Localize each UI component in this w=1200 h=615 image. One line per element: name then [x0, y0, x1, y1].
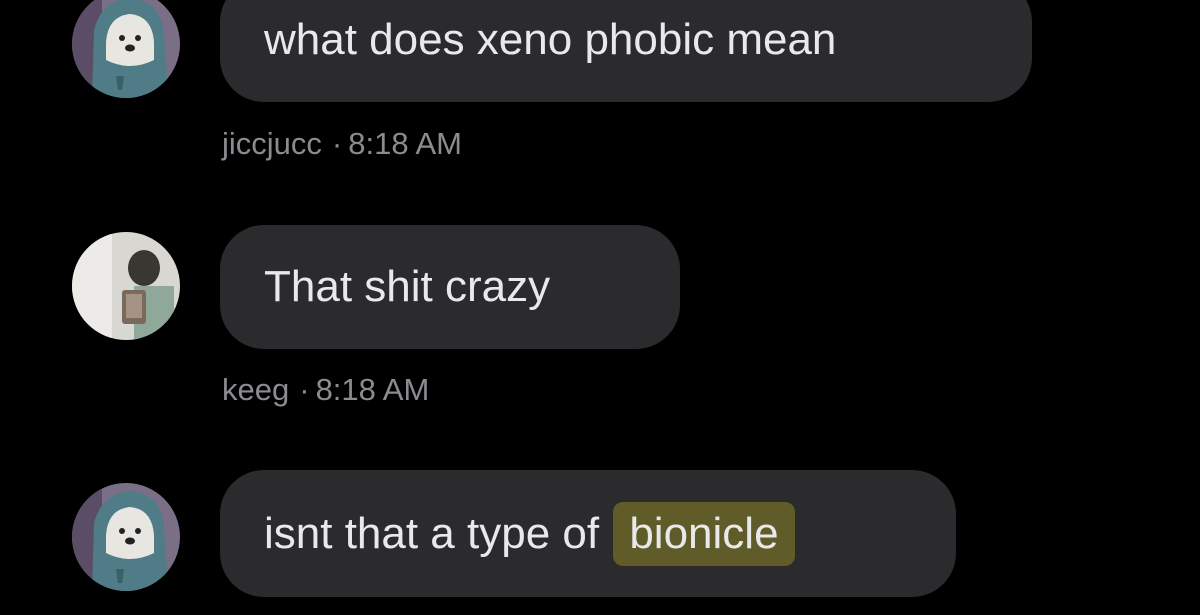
hooded-bear-avatar-icon: [72, 0, 180, 98]
avatar[interactable]: [72, 483, 180, 591]
chat-thread: what does xeno phobic mean jiccjucc · 8:18…: [0, 0, 1200, 615]
avatar[interactable]: [72, 0, 180, 98]
separator: ·: [331, 126, 343, 161]
message-meta: jiccjucc · 8:18 AM: [222, 128, 462, 159]
avatar[interactable]: [72, 232, 180, 340]
username[interactable]: keeg: [222, 372, 289, 407]
message-bubble[interactable]: isnt that a type of bionicle: [220, 470, 956, 597]
message-bubble[interactable]: That shit crazy: [220, 225, 680, 349]
message-text: isnt that a type of: [264, 508, 600, 558]
message-bubble[interactable]: what does xeno phobic mean: [220, 0, 1032, 102]
message-text: what does xeno phobic mean: [264, 15, 837, 64]
separator: ·: [299, 372, 310, 407]
hooded-bear-avatar-icon: [72, 483, 180, 591]
message-text: That shit crazy: [264, 262, 551, 311]
highlighted-word[interactable]: bionicle: [613, 501, 795, 566]
timestamp: 8:18 AM: [348, 126, 462, 161]
username[interactable]: jiccjucc: [222, 126, 322, 161]
message-meta: keeg · 8:18 AM: [222, 374, 429, 405]
timestamp: 8:18 AM: [315, 372, 430, 407]
person-photo-avatar-icon: [72, 232, 180, 340]
